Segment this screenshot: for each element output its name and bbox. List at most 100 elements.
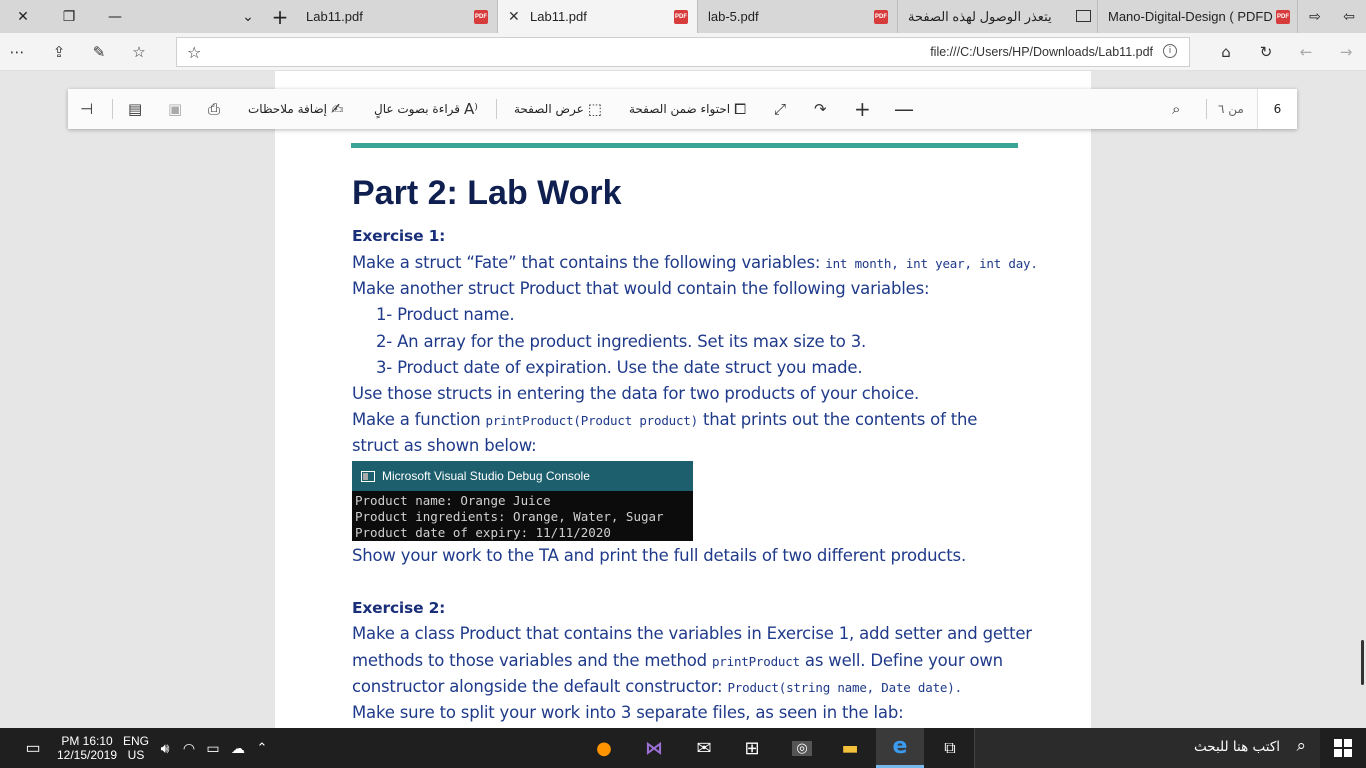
taskbar-edge[interactable]: e <box>876 728 924 768</box>
separator <box>112 99 113 119</box>
pin-toolbar-button[interactable]: ⊣ <box>80 89 93 129</box>
restore-window-button[interactable]: ❐ <box>46 0 92 33</box>
print-button[interactable]: ⎙ <box>208 89 220 129</box>
search-box[interactable]: اكتب هنا للبحث ⌕ <box>974 728 1320 768</box>
task-view-button[interactable]: ⧉ <box>926 728 974 768</box>
language-indicator[interactable]: ENG US <box>120 728 152 768</box>
search-icon: ⌕ <box>1296 736 1306 756</box>
new-tab-button[interactable]: + <box>262 0 298 33</box>
save-as-button[interactable]: ▤ <box>128 89 142 129</box>
wifi-button[interactable]: ◠ <box>178 728 200 768</box>
close-tab-icon[interactable]: ✕ <box>508 8 520 25</box>
tab-lab11-active[interactable]: ✕ Lab11.pdf PDF <box>498 0 698 33</box>
ex2-line-1: Make a class Product that contains the v… <box>352 624 1032 643</box>
url-text: file:///C:/Users/HP/Downloads/Lab11.pdf <box>930 45 1153 59</box>
arrow-left-icon: ← <box>1299 43 1313 61</box>
clock[interactable]: PM 16:10 12/15/2019 <box>54 728 120 768</box>
page-view-button[interactable]: عرض الصفحة ⬚ <box>514 89 602 129</box>
page-number-input[interactable]: 6 <box>1257 89 1297 129</box>
add-notes-button[interactable]: إضافة ملاحظات ✍ <box>248 89 344 129</box>
ex2-line-2-code: printProduct <box>711 654 800 669</box>
address-bar: ⋯ ⇪ ✎ ☆ ☆ file:///C:/Users/HP/Downloads/… <box>0 33 1366 71</box>
taskbar-file-explorer[interactable]: ▬ <box>826 728 874 768</box>
ex2-line-4: Make sure to split your work into 3 sepa… <box>352 703 904 722</box>
home-button[interactable]: ⌂ <box>1215 41 1237 63</box>
more-menu-button[interactable]: ⋯ <box>6 41 28 63</box>
minimize-window-button[interactable]: — <box>92 0 138 33</box>
ex1-line-4-code: printProduct(Product product) <box>485 413 699 428</box>
favorites-hub-button[interactable]: ☆ <box>128 41 150 63</box>
close-window-button[interactable]: ✕ <box>0 0 46 33</box>
rotate-button[interactable]: ↷ <box>814 89 827 129</box>
ex1-line-3: Use those structs in entering the data f… <box>352 384 920 403</box>
ex1-line-5: struct as shown below: <box>352 436 537 455</box>
share-button[interactable]: ⇪ <box>48 41 70 63</box>
tab-actions-button[interactable]: ⇨ <box>1298 0 1332 33</box>
tab-lab5[interactable]: lab-5.pdf PDF <box>698 0 898 33</box>
tab-mano-digital-design[interactable]: Mano-Digital-Design ( PDFD PDF <box>1098 0 1298 33</box>
store-icon: ⊞ <box>744 737 760 759</box>
clock-date: 12/15/2019 <box>56 748 118 762</box>
refresh-button[interactable]: ↻ <box>1255 41 1277 63</box>
console-titlebar: Microsoft Visual Studio Debug Console <box>352 461 693 491</box>
read-aloud-button[interactable]: قراءة بصوت عالٍ A⁾ <box>374 89 478 129</box>
tab-unreachable-page[interactable]: يتعذر الوصول لهذه الصفحة <box>898 0 1098 33</box>
scrollbar-thumb[interactable] <box>1361 640 1364 685</box>
start-button[interactable] <box>1320 728 1366 768</box>
battery-icon: ▭ <box>206 739 220 756</box>
console-line: Product ingredients: Orange, Water, Suga… <box>355 509 664 524</box>
taskbar-camera[interactable]: ◎ <box>778 728 826 768</box>
zoom-in-button[interactable]: + <box>854 89 871 129</box>
arrow-right-icon: → <box>1339 43 1353 61</box>
star-icon[interactable]: ☆ <box>187 43 201 62</box>
lang-bottom: US <box>127 748 145 762</box>
page-icon <box>1076 10 1091 22</box>
fit-page-icon: ⧠ <box>734 100 747 118</box>
home-icon: ⌂ <box>1221 43 1231 61</box>
notification-icon: ▭ <box>25 740 41 757</box>
draw-icon: ✍ <box>330 100 344 118</box>
taskbar-store[interactable]: ⊞ <box>728 728 776 768</box>
show-hidden-icons-button[interactable]: ⌃ <box>250 728 274 768</box>
rotate-icon: ↷ <box>814 100 827 118</box>
share-icon: ⇪ <box>52 43 66 61</box>
page-view-icon: ⬚ <box>587 100 602 118</box>
find-button[interactable]: ⌕ <box>1172 89 1180 129</box>
print-icon: ⎙ <box>208 100 221 118</box>
onedrive-button[interactable]: ☁ <box>226 728 250 768</box>
firefox-icon: ● <box>596 737 612 759</box>
console-line: Product date of expiry: 11/11/2020 <box>355 525 611 540</box>
ex1-line-4: Make a function printProduct(Product pro… <box>352 410 977 429</box>
volume-button[interactable]: 🔊︎ <box>154 728 176 768</box>
pin-icon: ⊣ <box>80 100 94 118</box>
console-line: Product name: Orange Juice <box>355 493 551 508</box>
taskbar-visual-studio[interactable]: ⋈ <box>630 728 678 768</box>
task-view-icon: ⧉ <box>944 738 956 757</box>
more-icon: ⋯ <box>9 43 25 61</box>
taskbar-mail[interactable]: ✉ <box>680 728 728 768</box>
list-item: 1- Product name. <box>376 305 515 324</box>
save-button[interactable]: ▣ <box>168 89 182 129</box>
web-note-button[interactable]: ✎ <box>88 41 110 63</box>
fit-page-button[interactable]: احتواء ضمن الصفحة ⧠ <box>629 89 746 129</box>
url-field[interactable]: ☆ file:///C:/Users/HP/Downloads/Lab11.pd… <box>176 37 1190 67</box>
restore-icon: ❐ <box>62 8 76 25</box>
lang-top: ENG <box>122 734 149 748</box>
tab-lab11-first[interactable]: Lab11.pdf PDF <box>298 0 498 33</box>
ex1-line-4-rest: that prints out the contents of the <box>697 410 978 429</box>
pdf-toolbar: ⊣ ▤ ▣ ⎙ إضافة ملاحظات ✍ قراءة بصوت عالٍ … <box>68 89 1297 129</box>
back-button[interactable]: → <box>1335 41 1357 63</box>
section-rule <box>351 143 1018 148</box>
set-aside-tabs-button[interactable]: ⇦ <box>1332 0 1366 33</box>
info-icon[interactable]: i <box>1163 44 1177 58</box>
chevron-down-icon: ⌄ <box>242 8 254 25</box>
action-center-button[interactable]: ▭ <box>16 728 50 768</box>
taskbar-firefox[interactable]: ● <box>580 728 628 768</box>
forward-button[interactable]: ← <box>1295 41 1317 63</box>
fullscreen-button[interactable]: ⤢ <box>774 89 786 129</box>
cloud-icon: ☁ <box>231 739 245 756</box>
battery-button[interactable]: ▭ <box>202 728 224 768</box>
zoom-out-button[interactable]: — <box>894 89 914 129</box>
debug-console-screenshot: Microsoft Visual Studio Debug Console Pr… <box>352 461 693 541</box>
windows-icon <box>1334 739 1352 757</box>
